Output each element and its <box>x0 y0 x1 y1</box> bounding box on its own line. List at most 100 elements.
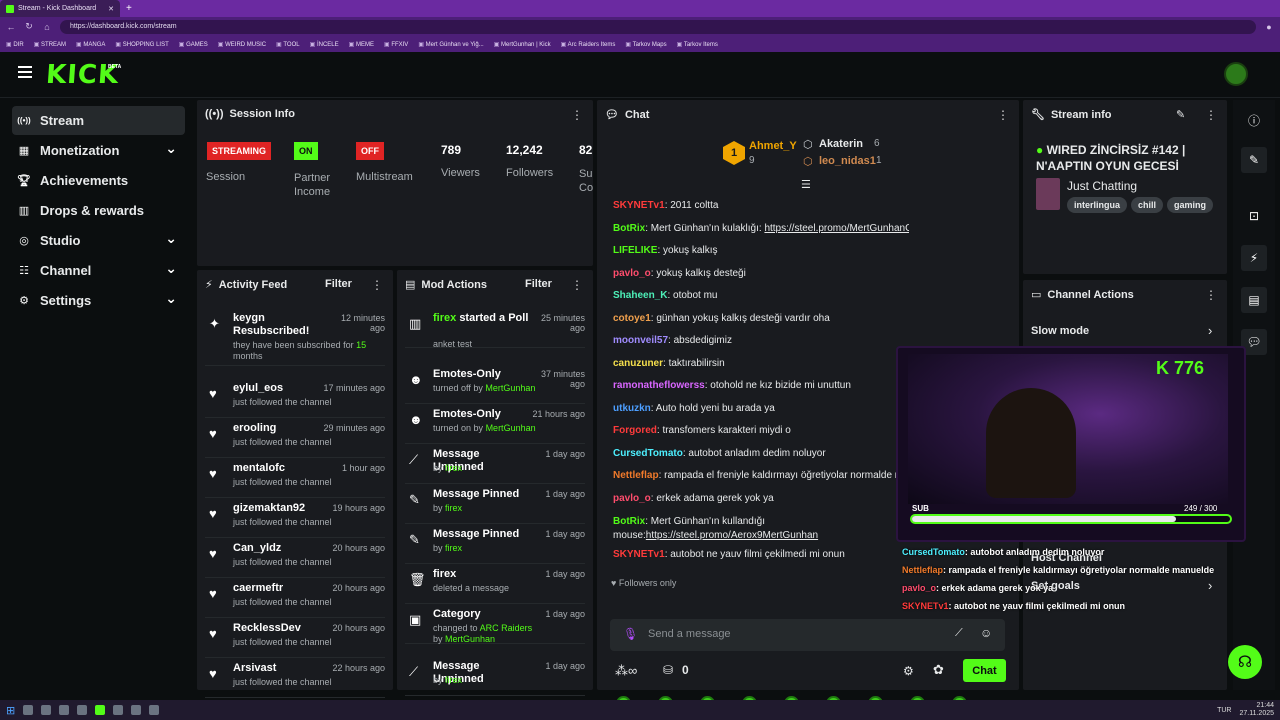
chat-username[interactable]: SKYNETv1 <box>613 549 665 560</box>
mod-action-item[interactable]: ▣ Category changed to ARC Raiders by MertG… <box>405 604 585 644</box>
chat-username[interactable]: BotRix <box>613 223 645 234</box>
list-item[interactable]: ♥ erooling just followed the channel 29 min… <box>205 418 385 458</box>
chat-input-box[interactable]: 🎙︎ Send a message ⟋ ☺ <box>610 619 1005 651</box>
home-icon[interactable]: ⌂ <box>42 22 52 32</box>
mod-action-item[interactable]: ▥ firex started a Poll anket test 25 minute… <box>405 308 585 349</box>
chat-message[interactable]: cotoye1: günhan yokuş kalkış desteği var… <box>613 313 909 324</box>
top-gifter-2-name[interactable]: Akaterin <box>819 138 863 150</box>
bookmark-item[interactable]: İNCELE <box>310 41 339 48</box>
chat-message[interactable]: SKYNETv1: autobot ne yauv filmi çekilmed… <box>613 549 909 560</box>
capture-icon[interactable]: ⊡ <box>1241 203 1267 229</box>
chat-username[interactable]: SKYNETv1 <box>613 200 665 211</box>
top-gifter-1-name[interactable]: Ahmet_Y <box>749 140 797 152</box>
list-item[interactable]: ♥ Arsivast just followed the channel 22 hou… <box>205 658 385 698</box>
taskbar-app-icon[interactable] <box>77 705 88 715</box>
category-name[interactable]: Just Chatting <box>1067 179 1137 193</box>
help-support-icon[interactable]: ☊ <box>1228 645 1262 679</box>
chat-username[interactable]: Nettleflap <box>613 470 659 481</box>
chat-message[interactable]: pavlo_o: erkek adama gerek yok ya <box>613 493 909 504</box>
chevron-right-icon[interactable]: › <box>1208 323 1212 338</box>
chat-username[interactable]: cotoye1 <box>613 313 651 324</box>
top-gifter-3-name[interactable]: leo_nidas1 <box>819 155 876 167</box>
send-chat-button[interactable]: Chat <box>963 659 1006 682</box>
chat-username[interactable]: utkuzkn <box>613 403 651 414</box>
tag-interlingua[interactable]: interlingua <box>1067 197 1128 213</box>
list-item[interactable]: ♥ caermeftr just followed the channel 20 ho… <box>205 578 385 618</box>
language-indicator[interactable]: TUR <box>1217 707 1231 714</box>
notes-icon[interactable]: ▤ <box>1241 287 1267 313</box>
mic-icon[interactable]: 🎙︎ <box>623 627 638 641</box>
tag-chill[interactable]: chill <box>1131 197 1164 213</box>
chat-username[interactable]: Forgored <box>613 425 657 436</box>
sidebar-item-stream[interactable]: ((•)) Stream <box>12 106 185 135</box>
back-icon[interactable]: ← <box>6 22 16 32</box>
chat-message[interactable]: BotRix: Mert Günhan'ın kulaklığı: https:… <box>613 223 909 234</box>
bookmark-item[interactable]: SHOPPING LIST <box>115 41 169 48</box>
taskbar-app-icon[interactable] <box>113 705 124 715</box>
bookmark-item[interactable]: Tarkov Items <box>677 41 718 48</box>
clock[interactable]: 21:44 27.11.2025 <box>1239 702 1274 718</box>
pencil-icon[interactable]: ✎ <box>1241 147 1267 173</box>
chat-settings-icon[interactable]: ⚙ <box>903 664 914 678</box>
category-thumbnail[interactable] <box>1036 178 1060 210</box>
bookmark-item[interactable]: GAMES <box>179 41 208 48</box>
list-item[interactable]: ♥ mentalofc just followed the channel 1 hou… <box>205 458 385 498</box>
chat-message[interactable]: moonveil57: absdedigimiz <box>613 335 909 346</box>
chevron-down-icon[interactable]: ⌄ <box>165 290 177 307</box>
lightning-icon[interactable]: ⚡ <box>1241 245 1267 271</box>
bookmark-item[interactable]: FFXIV <box>384 41 408 48</box>
chat-message[interactable]: SKYNETv1: 2011 coltta <box>613 200 909 211</box>
bookmark-item[interactable]: WEIRD MUSIC <box>218 41 266 48</box>
bookmark-item[interactable]: MANGA <box>76 41 105 48</box>
chat-message[interactable]: pavlo_o: yokuş kalkış desteği <box>613 268 909 279</box>
chat-username[interactable]: pavlo_o <box>613 268 651 279</box>
list-item[interactable]: ♥ gizemaktan92 just followed the channel 19… <box>205 498 385 538</box>
chat-username[interactable]: pavlo_o <box>613 493 651 504</box>
multistream-badge[interactable]: OFF <box>356 142 384 160</box>
chat-message[interactable]: canuzuner: taktırabilirsin <box>613 358 909 369</box>
chevron-down-icon[interactable]: ⌄ <box>165 140 177 157</box>
bookmark-item[interactable]: TOOL <box>276 41 299 48</box>
list-item[interactable]: ♥ RecklessDev just followed the channel 20 … <box>205 618 385 658</box>
chat-message[interactable]: LIFELIKE: yokuş kalkış <box>613 245 909 256</box>
edit-pencil-icon[interactable]: ✎ <box>1176 108 1185 121</box>
taskbar-app-icon[interactable] <box>95 705 106 715</box>
mod-action-item[interactable]: ☻ Emotes-Only turned off by MertGunhan 37 m… <box>405 364 585 404</box>
bookmark-item[interactable]: Mert Günhan ve Yiğ... <box>418 41 484 48</box>
bookmark-item[interactable]: Tarkov Maps <box>625 41 667 48</box>
tab-close-icon[interactable]: ✕ <box>108 5 114 13</box>
info-icon[interactable]: ⓘ <box>1241 107 1267 133</box>
chat-username[interactable]: moonveil57 <box>613 335 668 346</box>
chat-message[interactable]: CursedTomato: autobot anladım dedim nolu… <box>613 448 909 459</box>
mod-action-item[interactable]: ⟋ Message Unpinned by firex 1 day ago <box>405 656 585 696</box>
sidebar-item-drops-rewards[interactable]: ▥ Drops & rewards <box>12 196 185 225</box>
list-item[interactable]: ♥ eylul_eos just followed the channel 17 mi… <box>205 378 385 418</box>
reload-icon[interactable]: ↻ <box>24 21 34 32</box>
mod-action-item[interactable]: ✎ Message Pinned by firex 1 day ago <box>405 524 585 564</box>
activity-filter-button[interactable]: Filter <box>325 278 352 290</box>
activity-more-icon[interactable]: ⋮ <box>371 278 383 292</box>
taskbar-app-icon[interactable] <box>23 705 34 715</box>
taskbar-app-icon[interactable] <box>59 705 70 715</box>
browser-tab[interactable]: Stream - Kick Dashboard ✕ <box>0 0 120 17</box>
user-avatar[interactable] <box>1224 62 1248 86</box>
bookmark-item[interactable]: MertGunhan | Kick <box>494 41 551 48</box>
chat-username[interactable]: canuzuner <box>613 358 663 369</box>
taskbar-app-icon[interactable] <box>41 705 52 715</box>
hamburger-menu-icon[interactable] <box>18 66 32 78</box>
tag-gaming[interactable]: gaming <box>1167 197 1214 213</box>
windows-start-icon[interactable]: ⊞ <box>6 704 15 717</box>
sidebar-item-monetization[interactable]: ▦ Monetization ⌄ <box>12 136 185 165</box>
partner-income-badge[interactable]: ON <box>294 142 318 160</box>
mod-action-item[interactable]: ✎ Message Pinned by firex 1 day ago <box>405 484 585 524</box>
bookmark-item[interactable]: MEME <box>349 41 374 48</box>
taskbar-app-icon[interactable] <box>149 705 160 715</box>
stream-info-more-icon[interactable]: ⋮ <box>1205 108 1217 122</box>
mod-action-item[interactable]: ⟋ Message Unpinned by firex 1 day ago <box>405 444 585 484</box>
mod-more-icon[interactable]: ⋮ <box>571 278 583 292</box>
emote-menu-icon[interactable]: ✿ <box>933 662 944 678</box>
chat-username[interactable]: LIFELIKE <box>613 245 657 256</box>
profile-avatar-icon[interactable]: ● <box>1264 22 1274 32</box>
chat-input-placeholder[interactable]: Send a message <box>648 628 731 640</box>
mod-filter-button[interactable]: Filter <box>525 278 552 290</box>
